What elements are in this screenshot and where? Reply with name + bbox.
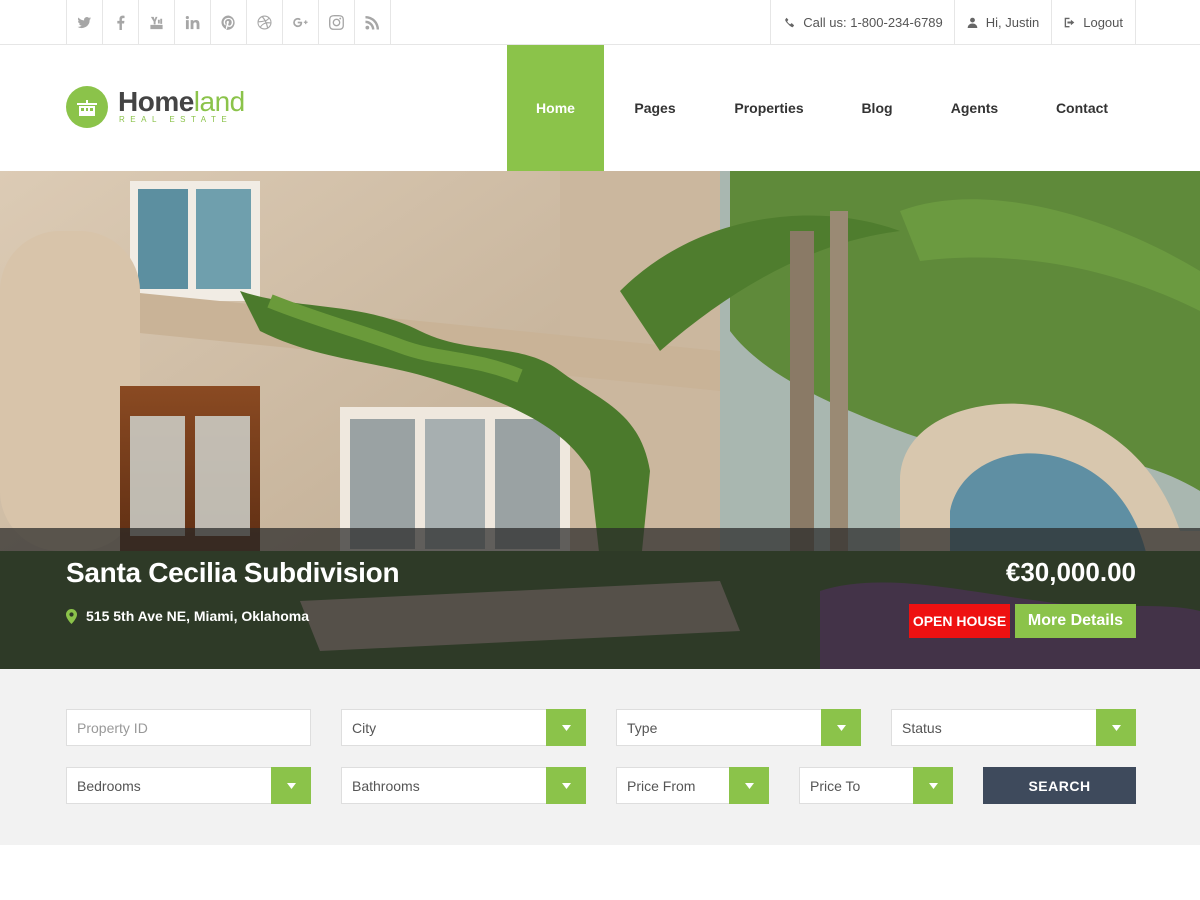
rss-icon[interactable] [355,0,391,44]
youtube-icon[interactable] [139,0,175,44]
property-search-form: City Type Status Bedrooms Bathrooms Pric… [0,669,1200,845]
social-links [66,0,391,44]
logout-link[interactable]: Logout [1052,0,1136,44]
site-header: Homeland REAL ESTATE Home Pages Properti… [0,45,1200,171]
logo-tagline: REAL ESTATE [119,115,233,124]
more-details-button[interactable]: More Details [1015,604,1136,638]
city-select[interactable]: City [341,709,586,746]
greeting-text: Hi, Justin [985,14,1040,30]
price-to-select[interactable]: Price To [799,767,953,804]
map-marker-icon [66,608,77,624]
site-logo[interactable]: Homeland REAL ESTATE [66,86,268,128]
price-to-select-value: Price To [810,777,861,794]
twitter-icon[interactable] [67,0,103,44]
price-from-select[interactable]: Price From [616,767,769,804]
search-button[interactable]: SEARCH [983,767,1136,804]
chevron-down-icon[interactable] [546,767,586,804]
bedrooms-select-value: Bedrooms [77,777,141,794]
property-title[interactable]: Santa Cecilia Subdivision [66,557,400,589]
city-select-value: City [352,719,377,736]
facebook-icon[interactable] [103,0,139,44]
nav-agents[interactable]: Agents [922,45,1027,171]
nav-home[interactable]: Home [507,45,604,171]
chevron-down-icon[interactable] [271,767,311,804]
bedrooms-select[interactable]: Bedrooms [66,767,311,804]
pinterest-icon[interactable] [211,0,247,44]
price-from-select-value: Price From [627,777,696,794]
property-address: 515 5th Ave NE, Miami, Oklahoma [66,608,309,624]
chevron-down-icon[interactable] [1096,709,1136,746]
nav-pages[interactable]: Pages [604,45,706,171]
logout-text: Logout [1083,14,1123,30]
logo-name-light: land [193,86,245,117]
type-select-value: Type [627,719,658,736]
linkedin-icon[interactable] [175,0,211,44]
bathrooms-select[interactable]: Bathrooms [341,767,586,804]
type-select[interactable]: Type [616,709,861,746]
status-select[interactable]: Status [891,709,1136,746]
main-nav: Home Pages Properties Blog Agents Contac… [507,45,1137,171]
phone-text: Call us: 1-800-234-6789 [803,14,943,30]
property-id-field[interactable] [66,709,311,746]
bathrooms-select-value: Bathrooms [352,777,420,794]
instagram-icon[interactable] [319,0,355,44]
property-address-text: 515 5th Ave NE, Miami, Oklahoma [86,608,310,624]
status-select-value: Status [902,719,942,736]
property-price: €30,000.00 [1005,557,1136,587]
hero-slider: Santa Cecilia Subdivision 515 5th Ave NE… [0,171,1200,669]
dribbble-icon[interactable] [247,0,283,44]
phone-link[interactable]: Call us: 1-800-234-6789 [771,0,955,44]
google-plus-icon[interactable] [283,0,319,44]
top-links: Call us: 1-800-234-6789 Hi, Justin Logou… [770,0,1136,44]
chevron-down-icon[interactable] [913,767,953,804]
nav-blog[interactable]: Blog [832,45,922,171]
logo-name-bold: Home [118,86,194,117]
logout-icon [1064,17,1075,27]
chevron-down-icon[interactable] [729,767,769,804]
user-greeting[interactable]: Hi, Justin [955,0,1053,44]
user-icon [967,17,978,28]
phone-icon [785,17,795,27]
logo-house-icon [66,86,108,128]
chevron-down-icon[interactable] [546,709,586,746]
logo-name: Homeland [118,86,245,118]
property-id-input[interactable] [77,719,310,736]
logo-wordmark: Homeland REAL ESTATE [118,86,268,128]
open-house-badge: OPEN HOUSE [909,604,1010,638]
nav-properties[interactable]: Properties [706,45,832,171]
nav-contact[interactable]: Contact [1027,45,1137,171]
hero-caption: Santa Cecilia Subdivision 515 5th Ave NE… [0,528,1200,669]
top-bar: Call us: 1-800-234-6789 Hi, Justin Logou… [0,0,1200,45]
chevron-down-icon[interactable] [821,709,861,746]
